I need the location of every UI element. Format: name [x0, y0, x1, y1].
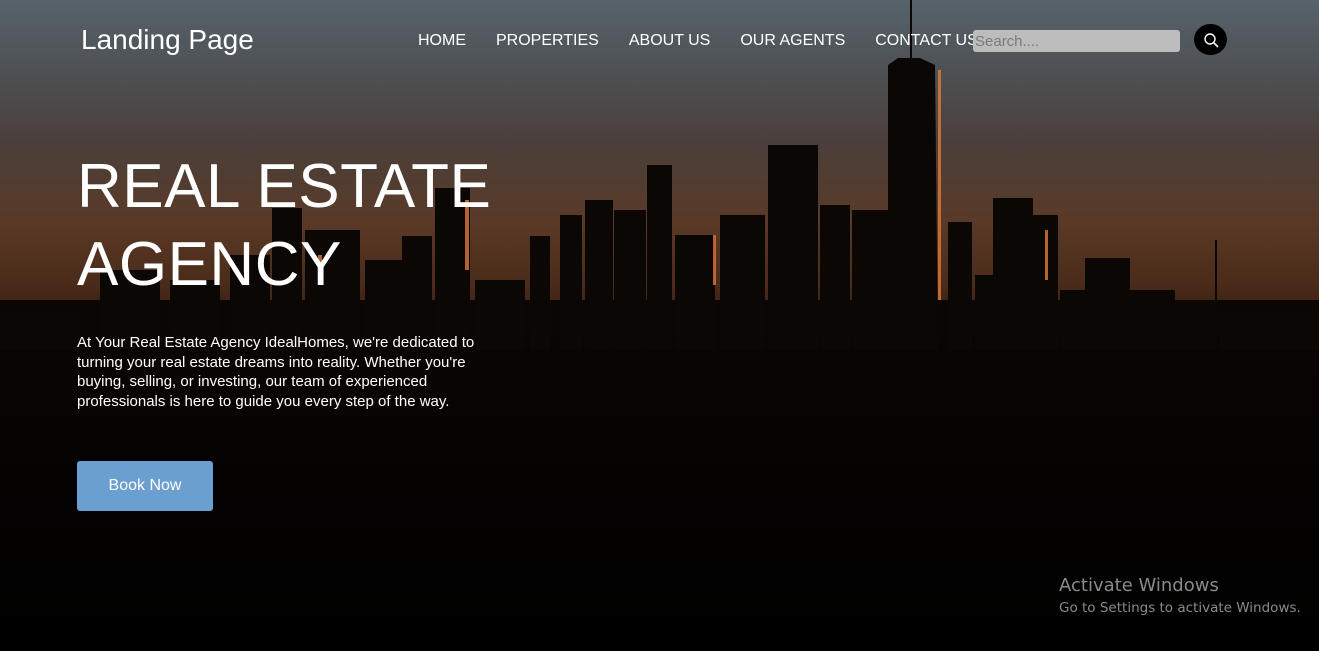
- search-button[interactable]: [1194, 24, 1227, 55]
- watermark-subtitle: Go to Settings to activate Windows.: [1059, 600, 1301, 616]
- watermark-title: Activate Windows: [1059, 575, 1219, 596]
- city-skyline-image: [0, 0, 1319, 651]
- hero-description: At Your Real Estate Agency IdealHomes, w…: [77, 334, 475, 410]
- brand-title[interactable]: Landing Page: [81, 24, 254, 56]
- hero-headline-line1: REAL ESTATE: [77, 152, 492, 221]
- nav-item-contact-us[interactable]: CONTACT US: [875, 32, 978, 50]
- nav-item-home[interactable]: HOME: [418, 32, 466, 50]
- nav-item-properties[interactable]: PROPERTIES: [496, 32, 599, 50]
- hero-headline-line2: AGENCY: [77, 230, 342, 299]
- hero-section: Landing Page HOME PROPERTIES ABOUT US OU…: [0, 0, 1319, 651]
- activate-windows-watermark: Activate Windows Go to Settings to activ…: [1059, 575, 1301, 616]
- main-nav: HOME PROPERTIES ABOUT US OUR AGENTS CONT…: [418, 32, 1008, 50]
- nav-item-about-us[interactable]: ABOUT US: [629, 32, 711, 50]
- search-input[interactable]: [973, 30, 1180, 52]
- hero-headline: REAL ESTATE AGENCY: [77, 148, 491, 304]
- nav-item-our-agents[interactable]: OUR AGENTS: [740, 32, 845, 50]
- search-icon: [1203, 32, 1218, 47]
- book-now-button[interactable]: Book Now: [77, 461, 213, 511]
